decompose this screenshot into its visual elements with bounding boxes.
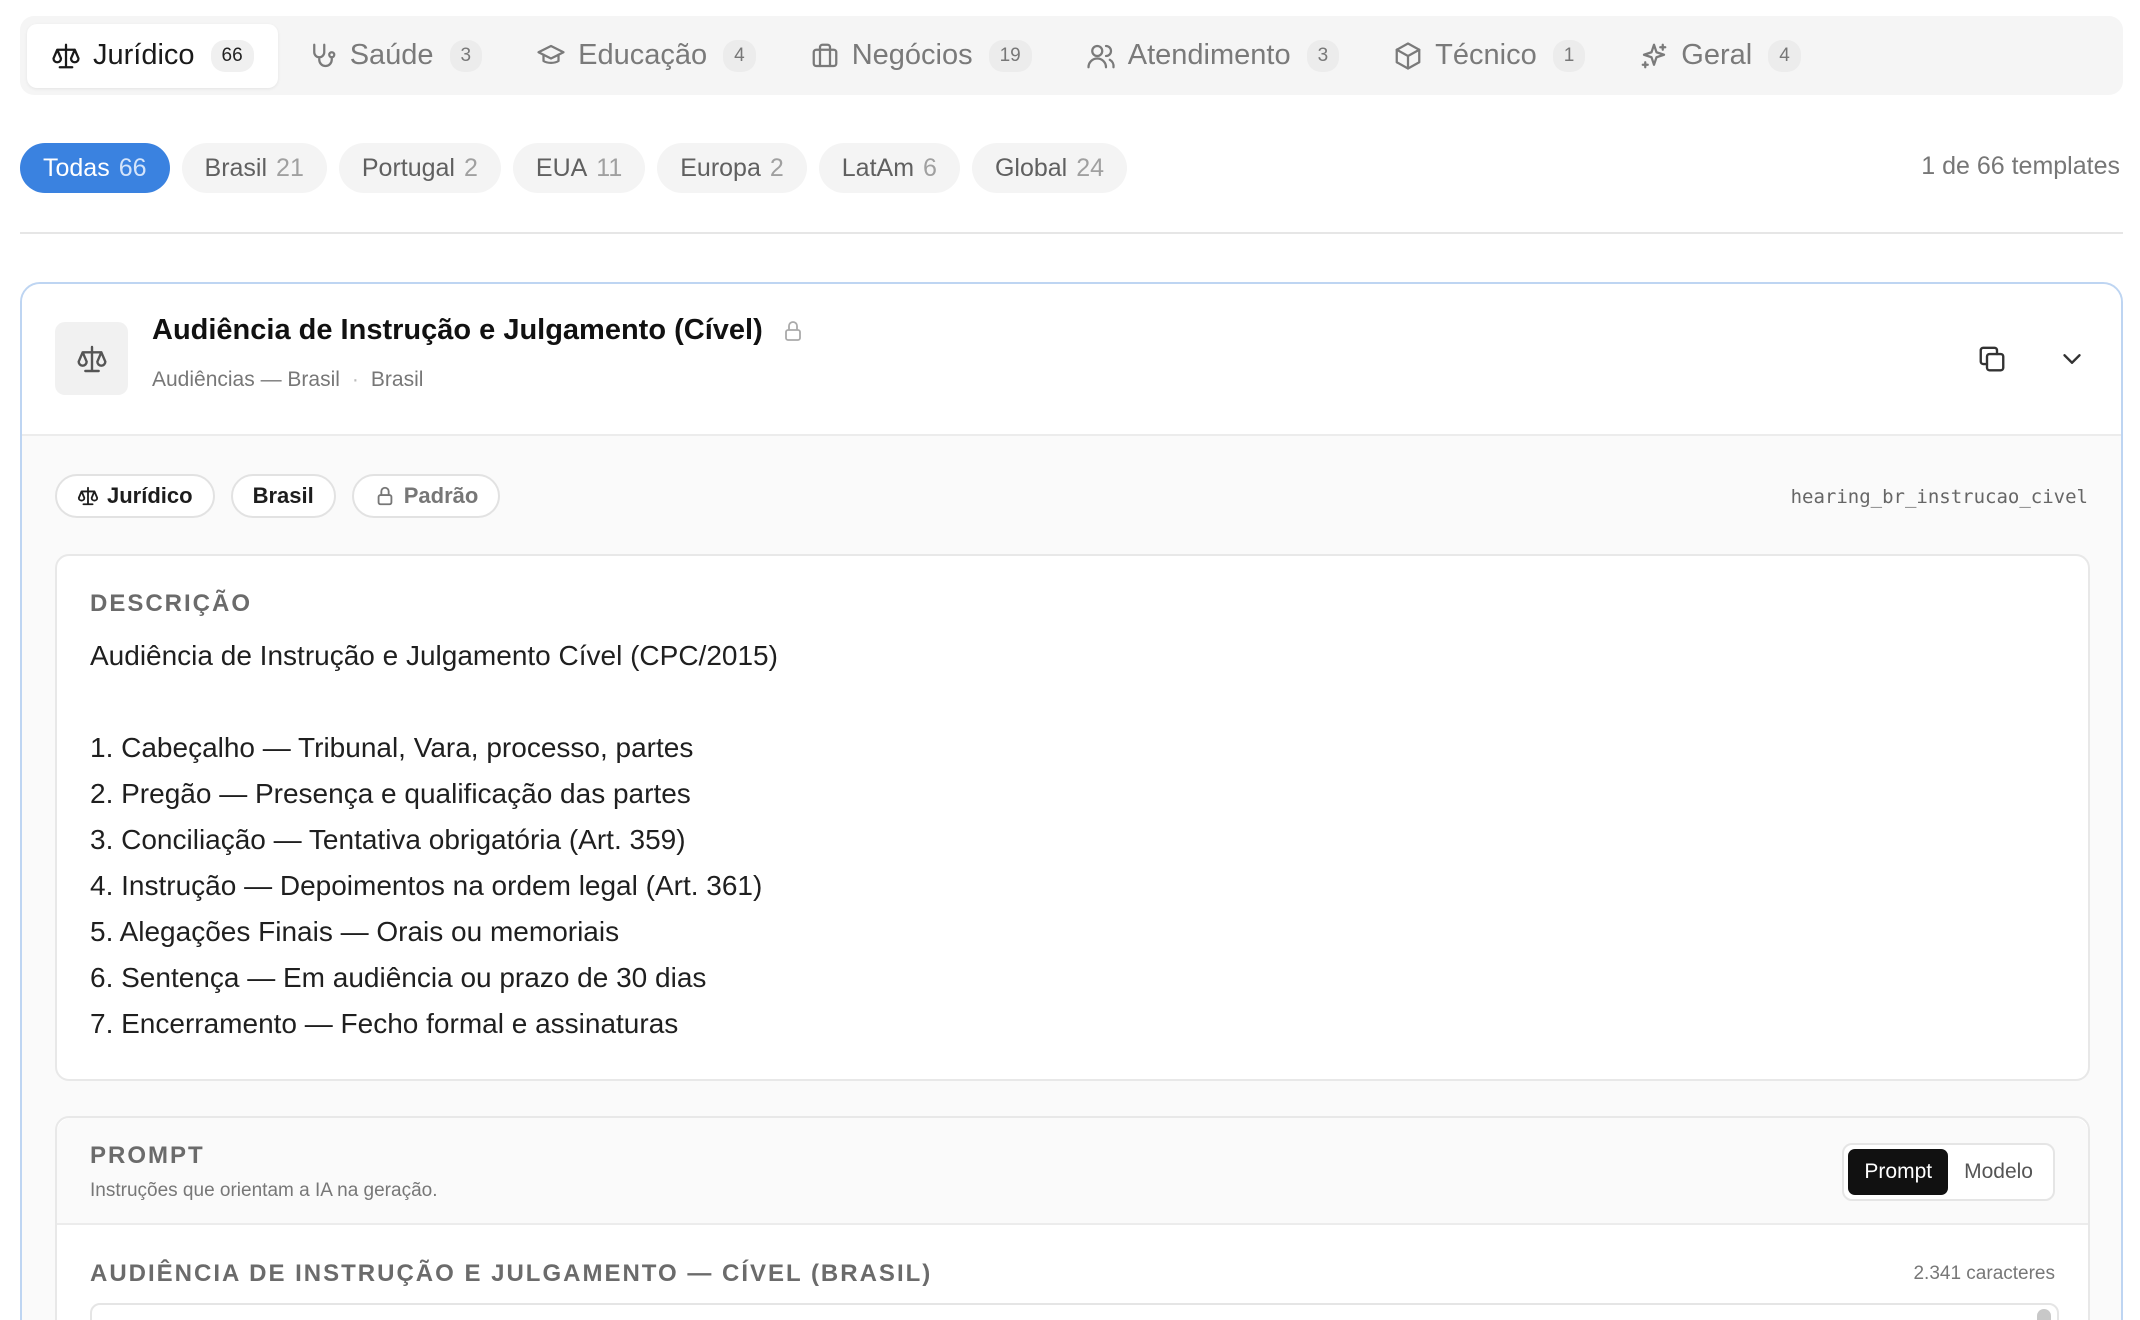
character-count: 2.341 caracteres bbox=[1913, 1263, 2055, 1284]
description-panel: DESCRIÇÃO Audiência de Instrução e Julga… bbox=[55, 554, 2090, 1081]
tab-label: Negócios bbox=[851, 39, 973, 71]
tab-count: 1 bbox=[1552, 39, 1586, 72]
stethoscope-icon bbox=[312, 43, 336, 67]
copy-icon bbox=[1979, 346, 2005, 372]
template-title-row: Audiência de Instrução e Julgamento (Cív… bbox=[152, 314, 805, 347]
template-subtitle: Audiências — Brasil · Brasil bbox=[152, 368, 423, 392]
tab-juridico[interactable]: Jurídico 66 bbox=[27, 23, 278, 88]
tab-label: Educação bbox=[578, 39, 708, 71]
pill-label: Portugal bbox=[361, 153, 455, 182]
description-line: 5. Alegações Finais — Orais ou memoriais bbox=[90, 916, 620, 947]
template-slug: hearing_br_instrucao_civel bbox=[1790, 486, 2088, 508]
template-title: Audiência de Instrução e Julgamento (Cív… bbox=[152, 314, 763, 346]
description-line: 3. Conciliação — Tentativa obrigatória (… bbox=[90, 824, 686, 855]
chip-label: Jurídico bbox=[107, 483, 193, 508]
region-pill-global[interactable]: Global 24 bbox=[971, 143, 1128, 193]
region-chip: Brasil bbox=[230, 474, 336, 518]
prompt-panel: PROMPT Instruções que orientam a IA na g… bbox=[55, 1116, 2090, 1320]
tab-count: 66 bbox=[210, 39, 254, 72]
description-label: DESCRIÇÃO bbox=[90, 590, 253, 617]
region-filter-row: Todas 66 Brasil 21 Portugal 2 EUA 11 Europa 2… bbox=[20, 143, 1139, 193]
tab-count: 19 bbox=[988, 39, 1032, 72]
region-pill-latam[interactable]: LatAm 6 bbox=[818, 143, 960, 193]
tab-atendimento[interactable]: Atendimento 3 bbox=[1062, 24, 1363, 88]
graduation-cap-icon bbox=[537, 44, 565, 64]
region-pill-eua[interactable]: EUA 11 bbox=[512, 143, 646, 193]
description-line: 7. Encerramento — Fecho formal e assinat… bbox=[90, 1008, 679, 1039]
pill-count: 2 bbox=[769, 153, 784, 182]
pill-count: 2 bbox=[463, 153, 478, 182]
tab-tecnico[interactable]: Técnico 1 bbox=[1369, 24, 1609, 88]
description-line: 1. Cabeçalho — Tribunal, Vara, processo,… bbox=[90, 732, 694, 763]
tab-label: Técnico bbox=[1435, 39, 1537, 71]
tab-count: 4 bbox=[1768, 39, 1801, 72]
pill-count: 21 bbox=[276, 153, 304, 182]
pill-count: 24 bbox=[1076, 153, 1105, 182]
description-line: 4. Instrução — Depoimentos na ordem lega… bbox=[90, 870, 763, 901]
subtitle-region: Brasil bbox=[370, 368, 424, 391]
prompt-header: PROMPT Instruções que orientam a IA na g… bbox=[57, 1118, 2088, 1225]
region-pill-todas[interactable]: Todas 66 bbox=[20, 143, 170, 193]
tab-label: Geral bbox=[1681, 39, 1753, 71]
prompt-label: PROMPT bbox=[90, 1142, 205, 1169]
tab-educacao[interactable]: Educação 4 bbox=[512, 24, 780, 88]
sparkles-icon bbox=[1641, 43, 1667, 68]
pill-count: 66 bbox=[118, 153, 147, 182]
region-pill-brasil[interactable]: Brasil 21 bbox=[181, 143, 327, 193]
prompt-section-title: AUDIÊNCIA DE INSTRUÇÃO E JULGAMENTO — CÍ… bbox=[90, 1260, 933, 1287]
prompt-textarea[interactable] bbox=[90, 1303, 2059, 1320]
subtitle-group: Audiências — Brasil bbox=[152, 368, 340, 391]
category-tab-bar: Jurídico 66 Saúde 3 Educação 4 Negócios … bbox=[20, 16, 2123, 95]
lock-icon bbox=[784, 320, 801, 341]
toggle-model-button[interactable]: Modelo bbox=[1948, 1149, 2049, 1195]
tab-label: Atendimento bbox=[1127, 39, 1291, 71]
prompt-model-toggle: Prompt Modelo bbox=[1842, 1143, 2055, 1201]
tab-geral[interactable]: Geral 4 bbox=[1615, 24, 1825, 88]
scale-icon bbox=[76, 345, 107, 372]
pill-label: LatAm bbox=[841, 153, 915, 182]
scale-icon bbox=[52, 43, 80, 68]
pill-label: Brasil bbox=[204, 153, 268, 182]
region-pill-portugal[interactable]: Portugal 2 bbox=[338, 143, 501, 193]
box-icon bbox=[1395, 41, 1421, 70]
pill-count: 6 bbox=[923, 153, 937, 182]
pill-label: Todas bbox=[43, 153, 110, 182]
tab-label: Jurídico bbox=[93, 39, 195, 71]
scale-icon bbox=[77, 486, 99, 506]
pill-count: 11 bbox=[596, 153, 623, 182]
tab-count: 4 bbox=[723, 39, 756, 72]
template-card: Audiência de Instrução e Julgamento (Cív… bbox=[20, 282, 2123, 1320]
toggle-prompt-button[interactable]: Prompt bbox=[1848, 1149, 1949, 1195]
template-count: 1 de 66 templates bbox=[1921, 152, 2120, 180]
prompt-subtitle: Instruções que orientam a IA na geração. bbox=[90, 1180, 438, 1201]
card-header[interactable]: Audiência de Instrução e Julgamento (Cív… bbox=[22, 284, 2121, 436]
description-line: 2. Pregão — Presença e qualificação das … bbox=[90, 778, 691, 809]
description-line: 6. Sentença — Em audiência ou prazo de 3… bbox=[90, 962, 707, 993]
pill-label: Global bbox=[994, 153, 1068, 182]
users-icon bbox=[1087, 44, 1115, 68]
chevron-down-icon bbox=[2063, 354, 2081, 364]
description-line: Audiência de Instrução e Julgamento Cíve… bbox=[90, 640, 778, 671]
pill-label: Europa bbox=[680, 153, 761, 182]
scrollbar-thumb[interactable] bbox=[2037, 1309, 2051, 1320]
template-icon bbox=[55, 322, 128, 395]
separator-dot: · bbox=[351, 368, 359, 391]
briefcase-icon bbox=[812, 43, 838, 67]
type-chip: Padrão bbox=[351, 474, 501, 518]
tab-count: 3 bbox=[449, 39, 483, 72]
tab-negocios[interactable]: Negócios 19 bbox=[786, 24, 1056, 88]
region-pill-europa[interactable]: Europa 2 bbox=[657, 143, 807, 193]
lock-icon bbox=[377, 486, 393, 506]
tab-saude[interactable]: Saúde 3 bbox=[284, 24, 506, 88]
category-chip: Jurídico bbox=[55, 474, 215, 518]
pill-label: EUA bbox=[535, 153, 588, 182]
copy-button[interactable] bbox=[1975, 342, 2009, 376]
chip-label: Padrão bbox=[403, 483, 479, 508]
tab-count: 3 bbox=[1306, 39, 1340, 72]
chip-label: Brasil bbox=[252, 483, 314, 508]
collapse-button[interactable] bbox=[2055, 342, 2089, 376]
tag-chips: Jurídico Brasil Padrão bbox=[55, 474, 516, 518]
divider bbox=[20, 232, 2123, 234]
tab-label: Saúde bbox=[349, 39, 434, 71]
